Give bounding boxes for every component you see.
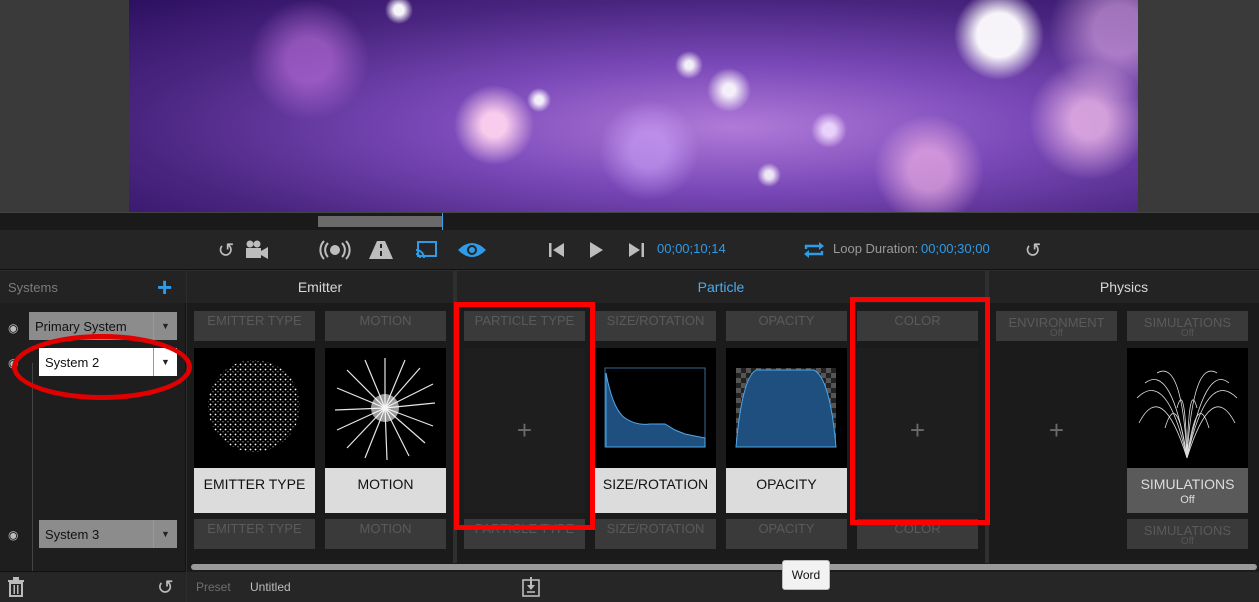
transport-bar: ↺ 00;00;10;14 Loop Duration: 00;00;30;00…: [0, 230, 1259, 270]
opacity-slot-top[interactable]: OPACITY: [726, 311, 847, 341]
motion-label: MOTION: [325, 468, 446, 513]
undo-icon[interactable]: ↺: [215, 236, 237, 264]
simulations-sub: Off: [1180, 536, 1195, 547]
systems-panel: Systems + ◉ Primary System ▼ ◉ System 2 …: [0, 271, 186, 602]
highlight-particle-type: [454, 302, 595, 530]
sphere-emitter-icon: [208, 360, 300, 452]
emitter-type-preview: [194, 348, 315, 468]
size-rotation-card[interactable]: SIZE/ROTATION: [595, 348, 716, 513]
simulations-text: SIMULATIONS: [1140, 476, 1235, 492]
skip-forward-icon[interactable]: [624, 236, 648, 264]
system-name: Primary System: [35, 318, 127, 334]
opacity-preview: [726, 348, 847, 468]
visibility-eye-icon[interactable]: ◉: [8, 322, 24, 334]
systems-title: Systems: [8, 280, 58, 295]
environment-sub: Off: [1049, 328, 1064, 339]
preset-label: Preset: [196, 580, 231, 594]
add-environment-icon[interactable]: +: [996, 348, 1117, 513]
opacity-curve-graph: [735, 368, 837, 448]
timecode[interactable]: 00;00;10;14: [657, 241, 726, 256]
eye-icon[interactable]: [456, 236, 488, 264]
playhead[interactable]: [442, 213, 443, 231]
motion-text: MOTION: [357, 476, 414, 492]
emitter-type-text: EMITTER TYPE: [203, 476, 306, 492]
opacity-text: OPACITY: [756, 476, 817, 492]
opacity-slot-bottom[interactable]: OPACITY: [726, 519, 847, 549]
horizontal-scrollbar[interactable]: [187, 563, 1259, 571]
cast-icon[interactable]: [413, 236, 439, 264]
timeline-scrubber[interactable]: [0, 212, 1259, 231]
scrollbar-thumb[interactable]: [191, 564, 1257, 570]
highlight-system-2: [12, 334, 192, 400]
simulations-preview: [1127, 348, 1248, 468]
motion-slot-bottom[interactable]: MOTION: [325, 519, 446, 549]
scrubber-range[interactable]: [318, 216, 443, 227]
skip-back-icon[interactable]: [545, 236, 569, 264]
simulations-status: Off: [1180, 494, 1195, 506]
preset-bar: Preset Untitled: [187, 572, 1259, 602]
fountain-icon: [1136, 370, 1238, 459]
simulations-label: SIMULATIONS Off: [1127, 468, 1248, 513]
reset-icon[interactable]: ↺: [1022, 236, 1044, 264]
size-rotation-label: SIZE/ROTATION: [595, 468, 716, 513]
emit-waves-icon[interactable]: [318, 236, 352, 264]
module-columns: Emitter Particle Physics EMITTER TYPE MO…: [187, 271, 1259, 602]
opacity-label: OPACITY: [726, 468, 847, 513]
simulations-sub: Off: [1180, 328, 1195, 339]
motion-slot-top[interactable]: MOTION: [325, 311, 446, 341]
save-preset-icon[interactable]: [522, 577, 540, 597]
motion-preview: [325, 348, 446, 468]
chevron-down-icon[interactable]: ▼: [153, 520, 177, 548]
emitter-type-slot-top[interactable]: EMITTER TYPE: [194, 311, 315, 341]
opacity-card[interactable]: OPACITY: [726, 348, 847, 513]
particle-editor: ↺ 00;00;10;14 Loop Duration: 00;00;30;00…: [0, 0, 1259, 602]
emitter-type-slot-bottom[interactable]: EMITTER TYPE: [194, 519, 315, 549]
road-icon[interactable]: [366, 236, 396, 264]
add-system-button[interactable]: +: [157, 273, 172, 301]
environment-card[interactable]: +: [996, 348, 1117, 513]
size-rotation-preview: [595, 348, 716, 468]
emitter-type-label: EMITTER TYPE: [194, 468, 315, 513]
system-select-3[interactable]: System 3 ▼: [39, 520, 177, 548]
systems-footer: ↺: [0, 571, 186, 602]
preset-name[interactable]: Untitled: [250, 580, 291, 594]
visibility-eye-icon[interactable]: ◉: [8, 529, 24, 541]
loop-icon[interactable]: [801, 236, 827, 264]
environment-slot-top[interactable]: ENVIRONMENT Off: [996, 311, 1117, 341]
size-rotation-text: SIZE/ROTATION: [602, 476, 709, 492]
section-physics: Physics: [989, 271, 1259, 303]
size-curve-graph: [604, 367, 706, 448]
size-rotation-slot-bottom[interactable]: SIZE/ROTATION: [595, 519, 716, 549]
emitter-type-card[interactable]: EMITTER TYPE: [194, 348, 315, 513]
burst-icon: [334, 358, 436, 461]
tooltip: Word: [782, 560, 830, 590]
refresh-icon[interactable]: ↺: [157, 575, 174, 600]
systems-header: Systems +: [0, 271, 186, 303]
simulations-slot-top[interactable]: SIMULATIONS Off: [1127, 311, 1248, 341]
preview-canvas[interactable]: [129, 0, 1138, 212]
play-icon[interactable]: [585, 236, 607, 264]
loop-duration-label: Loop Duration:: [833, 241, 919, 256]
camera-icon[interactable]: [242, 236, 272, 264]
motion-card[interactable]: MOTION: [325, 348, 446, 513]
simulations-card[interactable]: SIMULATIONS Off: [1127, 348, 1248, 513]
loop-duration-value[interactable]: 00;00;30;00: [921, 241, 990, 256]
tree-line: [32, 363, 33, 601]
chevron-down-icon[interactable]: ▼: [153, 312, 177, 340]
section-emitter: Emitter: [187, 271, 453, 303]
system-name: System 3: [45, 526, 100, 542]
trash-icon[interactable]: [7, 577, 25, 597]
highlight-color: [850, 297, 990, 525]
size-rotation-slot-top[interactable]: SIZE/ROTATION: [595, 311, 716, 341]
simulations-slot-bottom[interactable]: SIMULATIONS Off: [1127, 519, 1248, 549]
